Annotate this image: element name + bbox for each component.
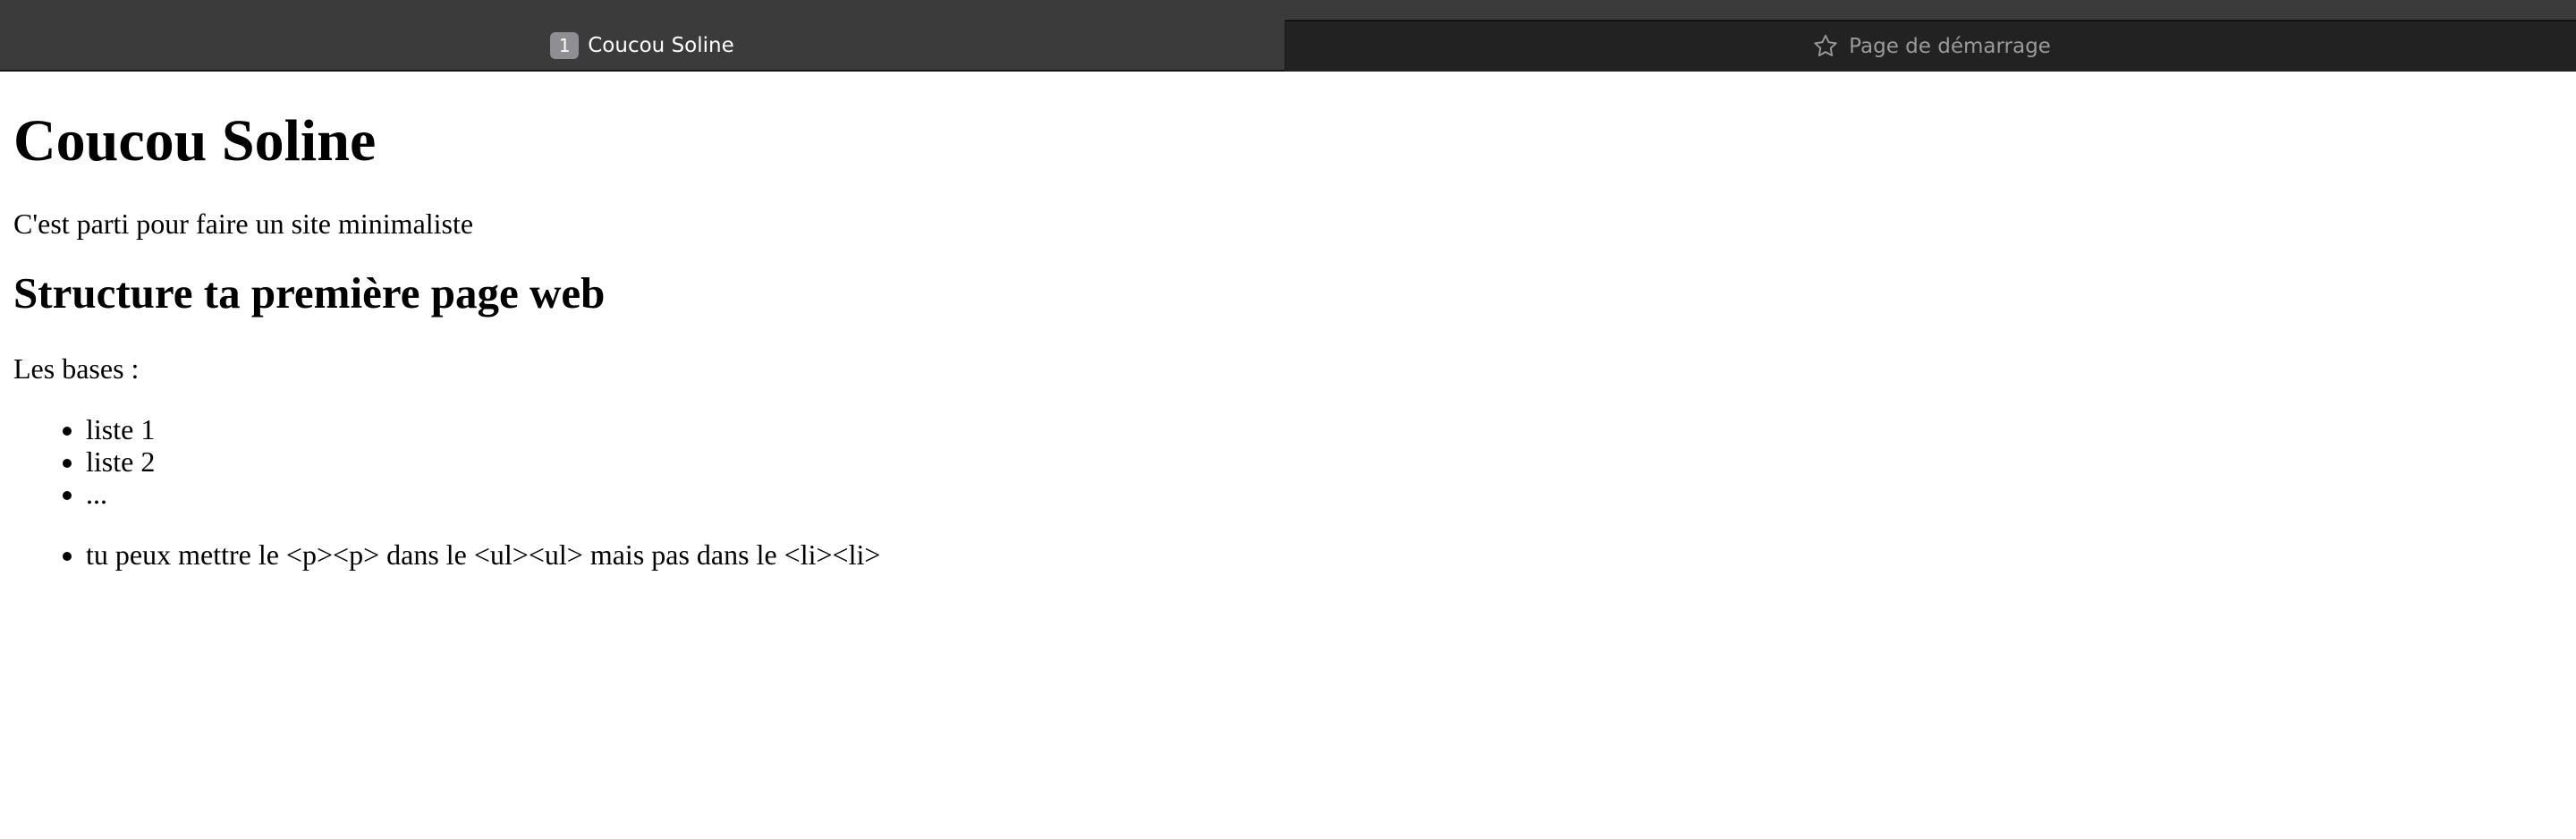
section-heading: Structure ta première page web — [13, 268, 606, 318]
list-item: liste 1 — [86, 413, 2563, 445]
tab-index-badge: 1 — [550, 32, 580, 59]
list-item: tu peux mettre le <p><p> dans le <ul><ul… — [86, 538, 2563, 571]
tab-label: Page de démarrage — [1849, 35, 2051, 58]
intro-paragraph: C'est parti pour faire un site minimalis… — [13, 208, 474, 240]
bases-list: liste 1 liste 2 ... — [13, 413, 2563, 510]
tab-coucou-soline[interactable]: 1 Coucou Soline — [0, 20, 1286, 72]
page-content: Coucou Soline C'est parti pour faire un … — [0, 72, 2576, 571]
tab-bar: 1 Coucou Soline Page de démarrage — [0, 0, 2576, 72]
bases-label: Les bases : — [13, 352, 140, 385]
list-item: liste 2 — [86, 445, 2563, 478]
tab-start-page[interactable]: Page de démarrage — [1286, 20, 2576, 72]
star-icon — [1814, 34, 1837, 56]
list-item: ... — [86, 478, 2563, 510]
note-list: tu peux mettre le <p><p> dans le <ul><ul… — [13, 538, 2563, 571]
tab-label: Coucou Soline — [588, 34, 734, 57]
page-title: Coucou Soline — [13, 108, 377, 174]
